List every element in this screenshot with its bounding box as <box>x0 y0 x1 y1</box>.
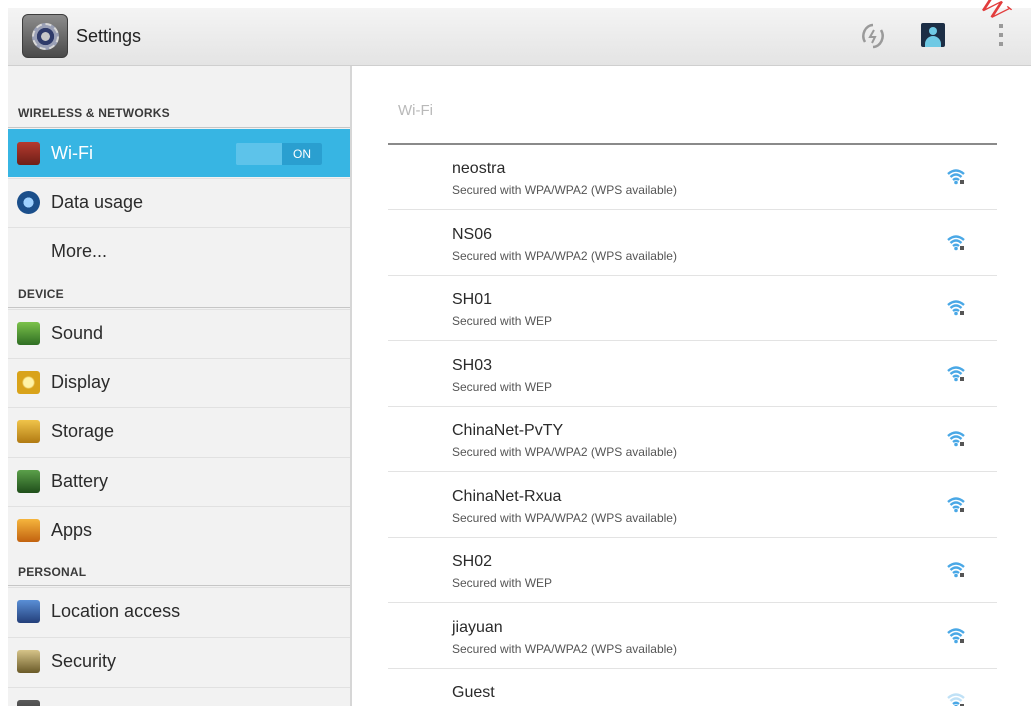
section-header-device: DEVICE <box>18 287 64 301</box>
network-ssid: ChinaNet-Rxua <box>452 487 562 505</box>
network-row[interactable]: SH03 Secured with WEP <box>388 342 997 407</box>
wifi-signal-icon <box>947 169 965 185</box>
panel-title: Wi-Fi <box>398 102 433 119</box>
network-ssid: jiayuan <box>452 618 503 636</box>
network-row[interactable]: ChinaNet-PvTY Secured with WPA/WPA2 (WPS … <box>388 407 997 472</box>
network-row[interactable]: jiayuan Secured with WPA/WPA2 (WPS availa… <box>388 604 997 669</box>
section-header-wireless: WIRELESS & NETWORKS <box>18 106 170 120</box>
sidebar-item-label: Battery <box>51 471 109 491</box>
action-bar: Settings <box>8 8 1031 66</box>
network-row[interactable]: SH01 Secured with WEP <box>388 276 997 341</box>
wifi-signal-icon <box>947 234 965 250</box>
section-divider <box>8 127 350 128</box>
sidebar-item-partial[interactable] <box>8 687 350 706</box>
network-ssid: ChinaNet-PvTY <box>452 422 564 439</box>
network-security: Secured with WEP <box>452 576 553 590</box>
account-icon[interactable] <box>921 23 945 47</box>
wifi-signal-icon <box>947 693 965 706</box>
sidebar-item-label: Storage <box>51 421 115 441</box>
sidebar-item-label: Display <box>51 372 111 392</box>
network-row[interactable]: neostra Secured with WPA/WPA2 (WPS availa… <box>388 145 997 210</box>
brightness-icon <box>17 371 40 394</box>
account-body-shape <box>925 36 941 47</box>
speaker-icon <box>17 322 40 345</box>
sidebar-item-label: Security <box>51 651 117 671</box>
sidebar-item-location[interactable]: Location access <box>8 587 350 635</box>
network-security: Secured with WPA/WPA2 (WPS available) <box>452 445 677 459</box>
sidebar-item-apps[interactable]: Apps <box>8 506 350 554</box>
sidebar-item-wifi[interactable]: Wi-Fi ON <box>8 129 350 177</box>
network-security: Secured with WEP <box>452 379 553 394</box>
sidebar-item-data-usage[interactable]: Data usage <box>8 178 350 226</box>
sidebar-item-label: Apps <box>51 520 93 540</box>
sidebar-item-more[interactable]: More... <box>8 227 350 275</box>
overflow-menu-icon[interactable] <box>998 24 1004 50</box>
network-row[interactable]: ChinaNet-Rxua Secured with WPA/WPA2 (WPS … <box>388 473 997 538</box>
location-icon <box>17 600 40 623</box>
settings-icon <box>17 700 40 706</box>
network-security: Secured with WPA/WPA2 (WPS available) <box>452 183 677 197</box>
storage-icon <box>17 420 40 443</box>
sidebar-item-security[interactable]: Security <box>8 637 350 685</box>
sidebar-item-label: Data usage <box>51 192 144 212</box>
lock-icon <box>17 650 40 673</box>
wifi-signal-icon <box>947 431 965 447</box>
sidebar-item-storage[interactable]: Storage <box>8 407 350 455</box>
sidebar-item-battery[interactable]: Battery <box>8 457 350 505</box>
wifi-signal-icon <box>947 627 965 643</box>
sidebar-item-label: Sound <box>51 323 104 343</box>
network-ssid: SH01 <box>452 291 493 308</box>
sync-icon[interactable] <box>861 22 885 50</box>
section-divider <box>8 585 350 586</box>
wifi-panel: Wi-Fi neostra Secured with WPA/WPA2 (WPS … <box>354 66 1031 706</box>
wifi-toggle[interactable]: ON <box>236 143 322 165</box>
sidebar-item-label: Location access <box>51 601 181 621</box>
wifi-signal-icon <box>947 365 965 381</box>
apps-icon <box>17 519 40 542</box>
gear-icon <box>32 23 59 50</box>
network-security: Secured with WPA/WPA2 (WPS available) <box>452 510 677 525</box>
network-security: Secured with WPA/WPA2 (WPS available) <box>452 248 677 263</box>
network-row[interactable]: NS06 Secured with WPA/WPA2 (WPS available… <box>388 211 997 276</box>
sidebar-item-label: Wi-Fi <box>51 143 93 163</box>
network-ssid: SH03 <box>452 356 493 374</box>
network-security: Secured with WEP <box>452 314 553 328</box>
network-row[interactable]: Guest <box>388 669 997 706</box>
sidebar-item-display[interactable]: Display <box>8 358 350 406</box>
network-ssid: Guest <box>452 684 495 701</box>
wifi-signal-icon <box>947 300 965 316</box>
network-ssid: SH02 <box>452 553 493 570</box>
section-header-personal: PERSONAL <box>18 565 87 579</box>
toggle-track <box>236 143 282 165</box>
toggle-state-label: ON <box>282 143 322 165</box>
sidebar-item-sound[interactable]: Sound <box>8 309 350 357</box>
app-title: Settings <box>76 26 142 46</box>
data-usage-icon <box>17 191 40 214</box>
account-head-shape <box>929 27 937 35</box>
section-divider <box>8 307 350 308</box>
settings-sidebar: WIRELESS & NETWORKS Wi-Fi ON Data usage … <box>8 66 352 706</box>
network-ssid: NS06 <box>452 225 493 243</box>
wifi-signal-icon <box>947 562 965 578</box>
network-security: Secured with WPA/WPA2 (WPS available) <box>452 641 677 656</box>
sidebar-item-label: More... <box>51 241 108 261</box>
network-ssid: neostra <box>452 160 506 177</box>
wifi-icon <box>17 142 40 165</box>
wifi-signal-icon <box>947 496 965 512</box>
battery-icon <box>17 470 40 493</box>
settings-app-icon[interactable] <box>22 14 68 58</box>
network-row[interactable]: SH02 Secured with WEP <box>388 538 997 603</box>
